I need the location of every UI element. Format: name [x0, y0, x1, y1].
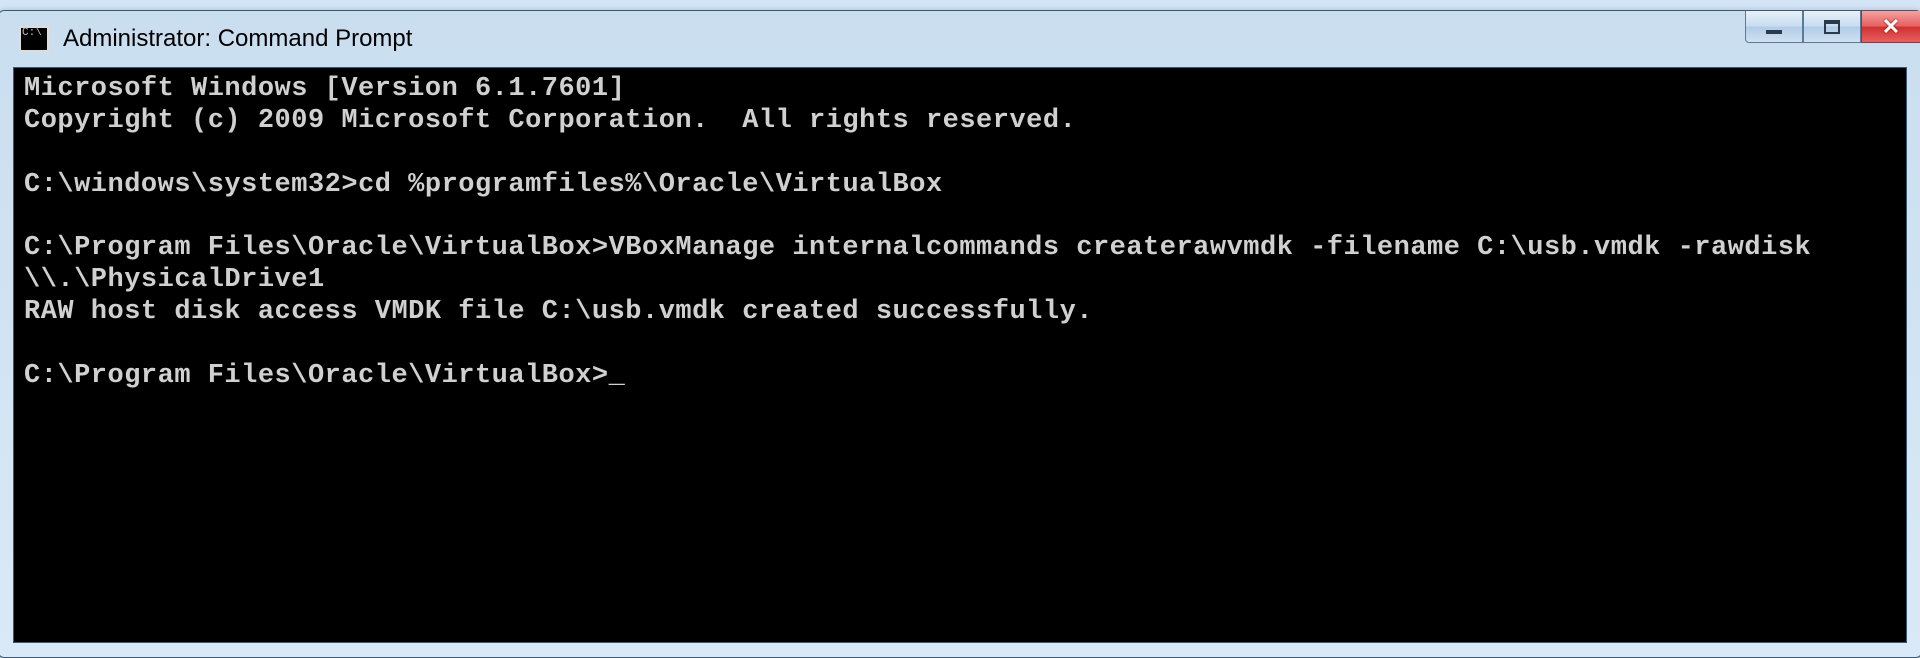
- maximize-icon: [1824, 20, 1840, 34]
- command-prompt-window: Administrator: Command Prompt ✕ Microsof…: [0, 10, 1920, 658]
- cmd-icon: [19, 26, 49, 52]
- window-title: Administrator: Command Prompt: [63, 25, 1913, 53]
- command-output: RAW host disk access VMDK file C:\usb.vm…: [24, 297, 1093, 327]
- minimize-icon: [1766, 30, 1782, 34]
- titlebar[interactable]: Administrator: Command Prompt ✕: [0, 11, 1920, 67]
- copyright-line: Copyright (c) 2009 Microsoft Corporation…: [24, 106, 1076, 136]
- minimize-button[interactable]: [1745, 11, 1803, 43]
- prompt-path: C:\Program Files\Oracle\VirtualBox>: [24, 233, 609, 263]
- prompt-path: C:\Program Files\Oracle\VirtualBox>: [24, 361, 609, 391]
- close-icon: ✕: [1882, 16, 1900, 38]
- prompt-path: C:\windows\system32>: [24, 170, 358, 200]
- window-controls: ✕: [1745, 11, 1920, 43]
- terminal-output[interactable]: Microsoft Windows [Version 6.1.7601] Cop…: [13, 67, 1907, 643]
- command-input: cd %programfiles%\Oracle\VirtualBox: [358, 170, 943, 200]
- version-line: Microsoft Windows [Version 6.1.7601]: [24, 74, 625, 104]
- close-button[interactable]: ✕: [1861, 11, 1920, 43]
- cursor: _: [609, 361, 626, 393]
- maximize-button[interactable]: [1803, 11, 1861, 43]
